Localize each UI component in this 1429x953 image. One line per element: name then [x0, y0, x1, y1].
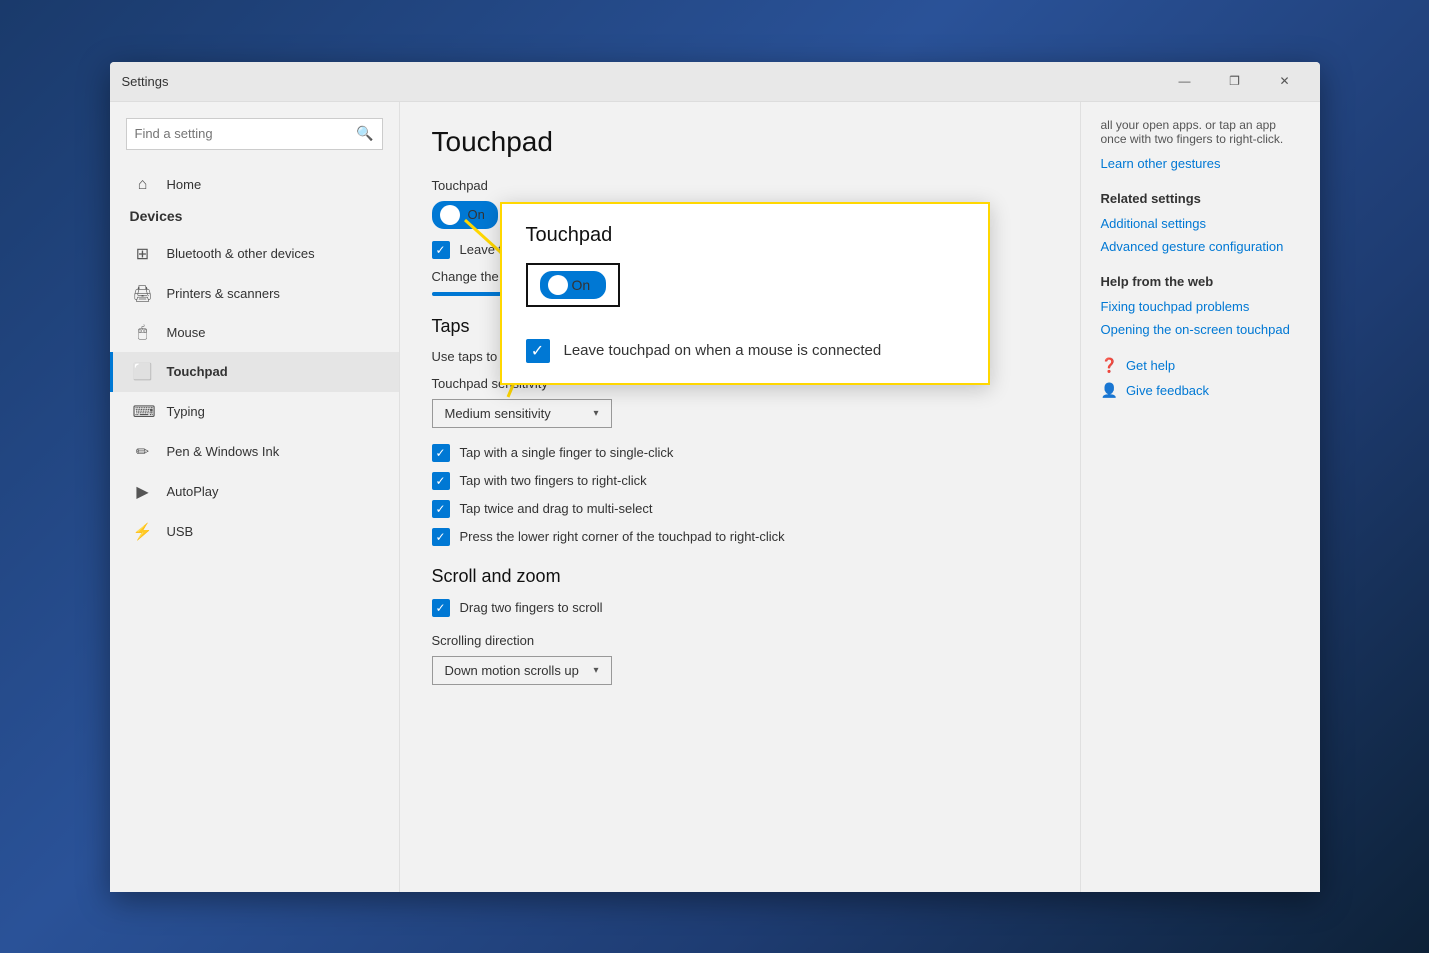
scrolling-direction-dropdown[interactable]: Down motion scrolls up ▾	[432, 656, 612, 685]
get-help-item[interactable]: ❓ Get help	[1101, 357, 1300, 374]
window-title: Settings	[122, 74, 169, 89]
search-box[interactable]: 🔍	[126, 118, 383, 150]
tooltip-toggle[interactable]: On	[540, 271, 606, 299]
sidebar-item-typing-label: Typing	[167, 404, 205, 419]
get-help-link[interactable]: Get help	[1126, 358, 1175, 373]
titlebar: Settings — ❐ ✕	[110, 62, 1320, 102]
scrolling-direction-arrow: ▾	[593, 665, 598, 676]
onscreen-touchpad-link[interactable]: Opening the on-screen touchpad	[1101, 322, 1300, 337]
sensitivity-dropdown[interactable]: Medium sensitivity ▾	[432, 399, 612, 428]
sidebar-item-mouse-label: Mouse	[167, 325, 206, 340]
sensitivity-value: Medium sensitivity	[445, 406, 551, 421]
sidebar-item-bluetooth[interactable]: ⊞ Bluetooth & other devices	[110, 234, 399, 274]
tap-two-fingers-label: Tap with two fingers to right-click	[460, 473, 647, 488]
sensitivity-dropdown-arrow: ▾	[593, 408, 598, 419]
toggle-on-label: On	[468, 207, 485, 222]
related-settings-title: Related settings	[1101, 191, 1300, 206]
minimize-button[interactable]: —	[1162, 66, 1208, 96]
drag-two-fingers-row: Drag two fingers to scroll	[432, 599, 1048, 617]
tap-twice-drag-checkbox[interactable]	[432, 500, 450, 518]
tap-single-row: Tap with a single finger to single-click	[432, 444, 1048, 462]
tap-twice-drag-label: Tap twice and drag to multi-select	[460, 501, 653, 516]
drag-two-fingers-label: Drag two fingers to scroll	[460, 600, 603, 615]
devices-label: Devices	[110, 204, 399, 234]
tooltip-checkbox-label: Leave touchpad on when a mouse is connec…	[564, 342, 882, 359]
sidebar-item-autoplay-label: AutoPlay	[167, 484, 219, 499]
fixing-touchpad-link[interactable]: Fixing touchpad problems	[1101, 299, 1300, 314]
touchpad-toggle[interactable]: On	[432, 201, 498, 229]
tooltip-popup: Touchpad On Leave touchpad on when a mou…	[500, 202, 990, 385]
content-area: 🔍 ⌂ Home Devices ⊞ Bluetooth & other dev…	[110, 102, 1320, 892]
scroll-zoom-heading: Scroll and zoom	[432, 566, 1048, 587]
sidebar-item-mouse[interactable]: 🖱 Mouse	[110, 314, 399, 352]
tap-single-label: Tap with a single finger to single-click	[460, 445, 674, 460]
press-lower-right-row: Press the lower right corner of the touc…	[432, 528, 1048, 546]
scrolling-direction-value: Down motion scrolls up	[445, 663, 579, 678]
press-lower-right-label: Press the lower right corner of the touc…	[460, 529, 785, 544]
press-lower-right-checkbox[interactable]	[432, 528, 450, 546]
leave-touchpad-checkbox[interactable]	[432, 241, 450, 259]
maximize-button[interactable]: ❐	[1212, 66, 1258, 96]
sidebar-item-printers-label: Printers & scanners	[167, 286, 280, 301]
tap-single-checkbox[interactable]	[432, 444, 450, 462]
tap-two-fingers-row: Tap with two fingers to right-click	[432, 472, 1048, 490]
give-feedback-icon: 👤	[1101, 382, 1118, 399]
right-panel-text: all your open apps. or tap an app once w…	[1101, 118, 1300, 146]
main-content: Touchpad Touchpad On Leave touchpad on w…	[400, 102, 1080, 892]
printers-icon: 🖨	[133, 284, 153, 304]
settings-window: Settings — ❐ ✕ 🔍 ⌂ Home Devices ⊞ Blueto…	[110, 62, 1320, 892]
sidebar-item-autoplay[interactable]: ▶ AutoPlay	[110, 472, 399, 512]
sidebar-item-typing[interactable]: ⌨ Typing	[110, 392, 399, 432]
touchpad-icon: ⬜	[133, 362, 153, 382]
sidebar-item-pen[interactable]: ✏ Pen & Windows Ink	[110, 432, 399, 472]
sidebar-item-pen-label: Pen & Windows Ink	[167, 444, 280, 459]
advanced-gesture-link[interactable]: Advanced gesture configuration	[1101, 239, 1300, 254]
typing-icon: ⌨	[133, 402, 153, 422]
touchpad-section-label: Touchpad	[432, 178, 1048, 193]
close-button[interactable]: ✕	[1262, 66, 1308, 96]
scrolling-direction-label: Scrolling direction	[432, 633, 1048, 648]
related-settings-section: Related settings Additional settings Adv…	[1101, 191, 1300, 254]
tooltip-toggle-thumb	[548, 275, 568, 295]
help-section: ❓ Get help 👤 Give feedback	[1101, 357, 1300, 399]
sidebar-item-touchpad[interactable]: ⬜ Touchpad	[110, 352, 399, 392]
sidebar-item-touchpad-label: Touchpad	[167, 364, 228, 379]
usb-icon: ⚡	[133, 522, 153, 542]
toggle-thumb	[440, 205, 460, 225]
home-icon: ⌂	[133, 176, 153, 194]
tooltip-toggle-row: On	[526, 263, 620, 307]
pen-icon: ✏	[133, 442, 153, 462]
tap-twice-drag-row: Tap twice and drag to multi-select	[432, 500, 1048, 518]
drag-two-fingers-checkbox[interactable]	[432, 599, 450, 617]
mouse-icon: 🖱	[133, 324, 153, 342]
give-feedback-item[interactable]: 👤 Give feedback	[1101, 382, 1300, 399]
window-controls: — ❐ ✕	[1162, 66, 1308, 96]
help-from-web-title: Help from the web	[1101, 274, 1300, 289]
help-from-web-section: Help from the web Fixing touchpad proble…	[1101, 274, 1300, 337]
tooltip-toggle-label: On	[572, 277, 591, 293]
autoplay-icon: ▶	[133, 482, 153, 502]
tooltip-checkbox-row: Leave touchpad on when a mouse is connec…	[526, 339, 964, 363]
sidebar-item-usb-label: USB	[167, 524, 194, 539]
sidebar-item-home[interactable]: ⌂ Home	[110, 166, 399, 204]
additional-settings-link[interactable]: Additional settings	[1101, 216, 1300, 231]
bluetooth-icon: ⊞	[133, 244, 153, 264]
search-icon: 🔍	[356, 125, 373, 142]
right-panel: all your open apps. or tap an app once w…	[1080, 102, 1320, 892]
page-title: Touchpad	[432, 126, 1048, 158]
sidebar-item-bluetooth-label: Bluetooth & other devices	[167, 246, 315, 261]
give-feedback-link[interactable]: Give feedback	[1126, 383, 1209, 398]
sidebar-item-printers[interactable]: 🖨 Printers & scanners	[110, 274, 399, 314]
tooltip-checkbox[interactable]	[526, 339, 550, 363]
get-help-icon: ❓	[1101, 357, 1118, 374]
search-input[interactable]	[135, 126, 351, 141]
tap-two-fingers-checkbox[interactable]	[432, 472, 450, 490]
sidebar-item-home-label: Home	[167, 177, 202, 192]
tooltip-title: Touchpad	[526, 224, 964, 247]
learn-gestures-link[interactable]: Learn other gestures	[1101, 156, 1300, 171]
sidebar: 🔍 ⌂ Home Devices ⊞ Bluetooth & other dev…	[110, 102, 400, 892]
sidebar-item-usb[interactable]: ⚡ USB	[110, 512, 399, 552]
